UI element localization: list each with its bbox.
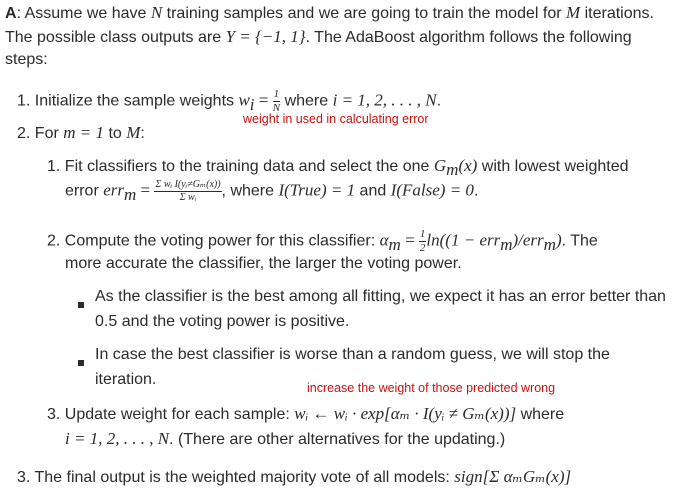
bullet-1-line-1: As the classifier is the best among all …	[95, 288, 666, 305]
annotation-weight-note: weight in used in calculating error	[243, 112, 429, 126]
step-text: more accurate the classifier, the larger…	[65, 255, 462, 272]
intro-text: iterations.	[580, 5, 654, 22]
math-arg: (x)	[458, 156, 478, 175]
intro-line-1: A: Assume we have N training samples and…	[5, 3, 654, 23]
math-eq: =	[254, 90, 273, 110]
step-number: 3.	[17, 469, 31, 486]
math-eq: =	[136, 180, 155, 200]
answer-label: A	[5, 5, 17, 22]
step-text: and	[355, 182, 391, 200]
step-1: 1. Initialize the sample weights wi = 1N…	[17, 89, 441, 114]
annotation-increase-weight-note: increase the weight of those predicted w…	[307, 381, 556, 395]
math-i-range: i = 1, 2, . . . , N	[65, 429, 170, 448]
math-I-false: I(False) = 0	[390, 180, 474, 200]
bullet-2-line-2: iteration.	[95, 371, 157, 388]
bullet-icon	[78, 353, 84, 371]
substep-2-line-1: 2. Compute the voting power for this cla…	[47, 229, 598, 254]
math-G: G	[433, 156, 447, 175]
math-err: err	[103, 180, 125, 200]
step-text: Compute the voting power for this classi…	[64, 232, 380, 250]
step-number: 2.	[17, 125, 31, 142]
intro-text: The possible class outputs are	[5, 29, 226, 46]
intro-line-2: The possible class outputs are Y = {−1, …	[5, 27, 632, 47]
fraction-numerator: Σ wᵢ I(yᵢ≠Gₘ(x))	[154, 179, 222, 192]
intro-text: : Assume we have	[16, 5, 151, 22]
math-I-true: I(True) = 1	[278, 180, 356, 200]
math-N: N	[150, 3, 163, 22]
step-text: Fit classifiers to the training data and…	[64, 158, 434, 175]
substep-3-line-2: i = 1, 2, . . . , N. (There are other al…	[65, 429, 505, 449]
step-text: where	[280, 92, 333, 110]
fraction-1-over-N: 1N	[272, 88, 281, 114]
step-text: For	[34, 125, 64, 142]
intro-line-3: steps:	[5, 51, 48, 69]
step-text: Update weight for each sample:	[64, 406, 295, 423]
substep-1-line-1: 1. Fit classifiers to the training data …	[47, 156, 629, 180]
intro-text: steps:	[5, 51, 48, 68]
math-i-range: i = 1, 2, . . . , N	[332, 90, 437, 110]
step-text: :	[140, 125, 145, 142]
step-text: where	[516, 406, 565, 423]
step-number: 1.	[17, 92, 31, 110]
math-w: w	[238, 90, 250, 110]
step-2: 2. For m = 1 to M:	[17, 123, 145, 143]
math-Y-set: Y = {−1, 1}	[225, 27, 306, 46]
math-sub: m	[124, 184, 137, 204]
step-text: Initialize the sample weights	[34, 92, 239, 110]
step-text: . The	[561, 232, 598, 250]
step-text: error	[65, 182, 104, 200]
intro-text: . The AdaBoost algorithm follows the fol…	[305, 29, 632, 46]
bullet-1-line-2: 0.5 and the voting power is positive.	[95, 313, 350, 330]
substep-3-line-1: 3. Update weight for each sample: wᵢ ← w…	[47, 404, 564, 424]
math-update-formula: wᵢ ← wᵢ · exp[αₘ · I(yᵢ ≠ Gₘ(x))]	[294, 404, 517, 423]
step-text: with lowest weighted	[477, 158, 629, 175]
math-ln: ln((1 − err	[426, 230, 501, 250]
substep-1-line-2: error errm = Σ wᵢ I(yᵢ≠Gₘ(x)) Σ wᵢ, where…	[65, 180, 478, 203]
step-text: , where	[221, 182, 279, 200]
math-sub: m	[446, 160, 459, 180]
math-eq: =	[400, 230, 419, 250]
math-sub: m	[388, 234, 401, 254]
math-sub: m	[500, 234, 513, 254]
fraction-weighted-error: Σ wᵢ I(yᵢ≠Gₘ(x)) Σ wᵢ	[154, 179, 222, 203]
math-sub: m	[543, 234, 556, 254]
fraction-denominator: Σ wᵢ	[179, 192, 197, 203]
step-text: .	[436, 92, 442, 110]
math-final-output: sign[Σ αₘGₘ(x)]	[454, 467, 572, 486]
math-M: M	[126, 123, 141, 142]
step-text: to	[104, 125, 127, 142]
step-text: .	[473, 182, 479, 200]
bullet-icon	[78, 295, 84, 313]
step-number: 1.	[47, 158, 61, 175]
math-M: M	[565, 3, 581, 22]
math-ln: )/err	[512, 230, 544, 250]
step-number: 3.	[47, 406, 61, 423]
step-text: . (There are other alternatives for the …	[169, 431, 506, 448]
math-m: m = 1	[63, 123, 104, 142]
step-3: 3. The final output is the weighted majo…	[17, 467, 571, 487]
math-alpha: α	[379, 230, 389, 250]
step-text: The final output is the weighted majorit…	[34, 469, 455, 486]
bullet-2-line-1: In case the best classifier is worse tha…	[95, 346, 610, 363]
fraction-numerator: 1	[272, 88, 281, 102]
substep-2-line-2: more accurate the classifier, the larger…	[65, 255, 462, 273]
intro-text: training samples and we are going to tra…	[162, 5, 566, 22]
step-number: 2.	[47, 232, 61, 250]
